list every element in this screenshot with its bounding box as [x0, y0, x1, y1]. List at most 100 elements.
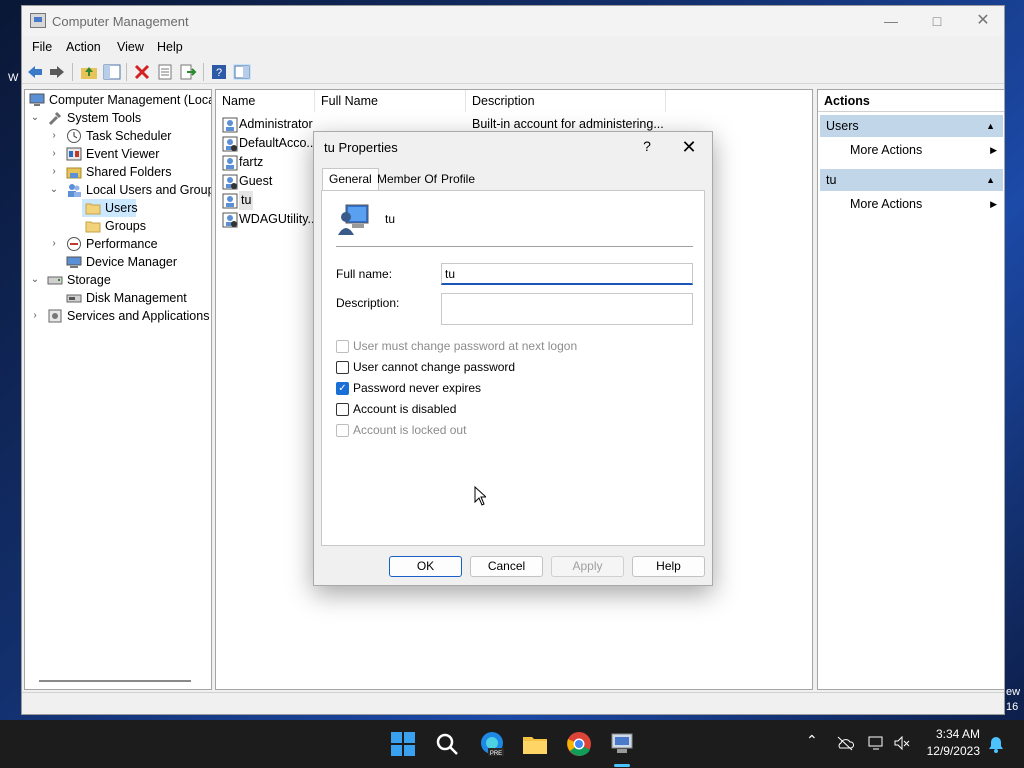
delete-icon[interactable]	[133, 64, 151, 80]
desktop-text-fragment: W	[8, 72, 19, 84]
file-explorer-icon[interactable]	[521, 730, 549, 758]
tree-item-event-viewer[interactable]: › Event Viewer	[25, 145, 211, 163]
notification-bell-icon[interactable]	[988, 735, 1004, 753]
user-icon	[222, 174, 238, 190]
start-windows-icon[interactable]	[389, 730, 417, 758]
computer-management-taskbar-icon[interactable]	[608, 730, 636, 758]
tree-item-storage[interactable]: ⌄ Storage	[25, 271, 211, 289]
context-help-button[interactable]: ?	[634, 138, 660, 158]
tab-profile[interactable]: Profile	[435, 169, 481, 190]
storage-icon	[47, 276, 63, 285]
more-actions-users[interactable]: More Actions ▶	[850, 139, 1000, 161]
submenu-arrow-icon: ▶	[990, 199, 997, 209]
menu-action[interactable]: Action	[66, 40, 101, 54]
actions-section-users[interactable]: Users ▲	[820, 115, 1003, 137]
full-name-field[interactable]: tu	[441, 263, 693, 285]
column-header-full-name[interactable]: Full Name	[315, 90, 466, 112]
menu-file[interactable]: File	[32, 40, 52, 54]
edge-preview-icon[interactable]: PRE	[478, 730, 506, 758]
tree-item-groups[interactable]: Groups	[82, 217, 202, 235]
apply-button[interactable]: Apply	[551, 556, 624, 577]
export-list-icon[interactable]	[179, 64, 197, 80]
ok-button[interactable]: OK	[389, 556, 462, 577]
tree-item-local-users-and-groups[interactable]: ⌄ Local Users and Groups	[25, 181, 211, 199]
show-hide-console-tree-icon[interactable]	[103, 64, 121, 80]
tree-item-task-scheduler[interactable]: › Task Scheduler	[25, 127, 211, 145]
tree-item-performance[interactable]: › Performance	[25, 235, 211, 253]
help-icon[interactable]: ?	[210, 64, 228, 80]
edge-pre-badge: PRE	[490, 751, 502, 757]
user-icon	[222, 193, 238, 209]
tree-item-users[interactable]: Users	[82, 199, 138, 217]
user-name: Guest	[239, 174, 273, 188]
clock-time[interactable]: 3:34 AM	[932, 727, 980, 741]
up-folder-icon[interactable]	[80, 64, 98, 80]
checkbox-label: Account is locked out	[353, 423, 467, 437]
forward-arrow-icon[interactable]	[48, 64, 66, 80]
tree-label: Users	[105, 201, 138, 215]
cancel-button[interactable]: Cancel	[470, 556, 543, 577]
user-account-icon	[338, 204, 369, 235]
minimize-button[interactable]: —	[868, 6, 914, 36]
tree-item-shared-folders[interactable]: › Shared Folders	[25, 163, 211, 181]
performance-icon	[67, 237, 81, 251]
dialog-close-button[interactable]: ✕	[676, 136, 702, 158]
more-actions-tu[interactable]: More Actions ▶	[850, 193, 1000, 215]
volume-muted-icon[interactable]	[893, 735, 911, 751]
chevron-down-icon[interactable]: ⌄	[30, 109, 40, 127]
collapse-up-icon: ▲	[986, 121, 995, 131]
tree-item-device-manager[interactable]: Device Manager	[25, 253, 211, 271]
clock-icon	[67, 129, 81, 143]
close-button[interactable]: ✕	[960, 6, 1006, 36]
tree-label: Shared Folders	[86, 165, 172, 179]
general-tab-panel: tu Full name: tu Description: User must …	[321, 190, 705, 546]
tab-member-of[interactable]: Member Of	[371, 169, 443, 190]
actions-header: Actions	[818, 90, 1004, 112]
properties-icon[interactable]	[156, 64, 174, 80]
tree-item-computer-management[interactable]: Computer Management (Local	[25, 91, 211, 109]
device-manager-icon	[66, 256, 82, 268]
checkbox-box	[336, 424, 349, 437]
back-arrow-icon[interactable]	[26, 64, 44, 80]
mouse-cursor-icon	[474, 486, 486, 506]
tree-horizontal-scrollbar[interactable]	[39, 680, 191, 682]
chevron-right-icon[interactable]: ›	[49, 163, 59, 181]
description-field[interactable]	[441, 293, 693, 325]
chevron-down-icon[interactable]: ⌄	[30, 271, 40, 289]
tree-label: Task Scheduler	[86, 129, 172, 143]
title-bar[interactable]: Computer Management — □ ✕	[22, 6, 1004, 36]
computer-management-icon	[29, 93, 45, 106]
chrome-icon[interactable]	[565, 730, 593, 758]
chevron-down-icon[interactable]: ⌄	[49, 181, 59, 199]
user-name: fartz	[239, 155, 264, 169]
checkbox-label: Account is disabled	[353, 402, 457, 416]
network-icon[interactable]	[868, 735, 886, 751]
menu-help[interactable]: Help	[157, 40, 183, 54]
actions-section-tu[interactable]: tu ▲	[820, 169, 1003, 191]
action-label: More Actions	[850, 197, 923, 211]
help-button[interactable]: Help	[632, 556, 705, 577]
menu-view[interactable]: View	[117, 40, 144, 54]
search-icon[interactable]	[433, 730, 461, 758]
chevron-right-icon[interactable]: ›	[49, 235, 59, 253]
taskbar: PRE ⌃ 3:34 AM 12/9/2023	[0, 720, 1024, 768]
show-hide-action-pane-icon[interactable]	[233, 64, 251, 80]
chevron-right-icon[interactable]: ›	[49, 145, 59, 163]
collapse-up-icon: ▲	[986, 175, 995, 185]
desktop-text-fragment: ew	[1006, 686, 1021, 698]
disk-icon	[66, 294, 82, 303]
maximize-button[interactable]: □	[914, 6, 960, 36]
tree-item-disk-management[interactable]: Disk Management	[25, 289, 211, 307]
column-header-name[interactable]: Name	[216, 90, 315, 112]
column-header-description[interactable]: Description	[466, 90, 666, 112]
chevron-right-icon[interactable]: ›	[30, 307, 40, 325]
show-hidden-icons-chevron-icon[interactable]: ⌃	[806, 732, 818, 749]
checkbox-label: Password never expires	[353, 381, 482, 395]
event-viewer-icon	[66, 147, 82, 161]
tree-item-system-tools[interactable]: ⌄ System Tools	[25, 109, 211, 127]
clock-date[interactable]: 12/9/2023	[918, 744, 980, 758]
tree-label: Device Manager	[86, 255, 178, 269]
chevron-right-icon[interactable]: ›	[49, 127, 59, 145]
onedrive-icon[interactable]	[836, 735, 854, 751]
tree-item-services-and-applications[interactable]: › Services and Applications	[25, 307, 211, 325]
